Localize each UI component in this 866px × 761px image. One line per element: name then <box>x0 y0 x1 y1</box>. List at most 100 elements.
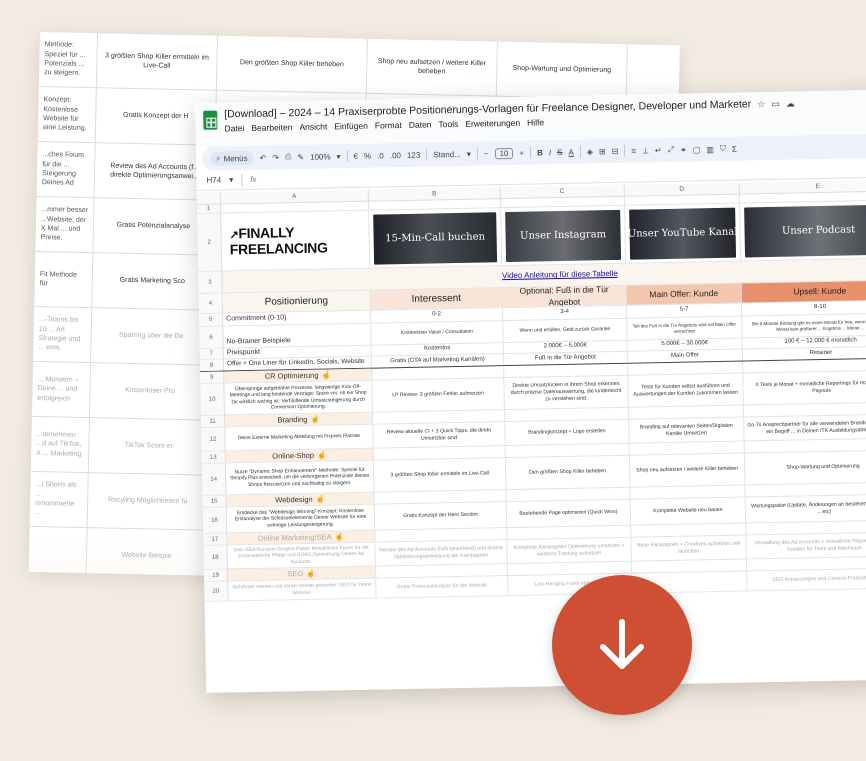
cell[interactable]: Gratis Potenzialanalyse für die Website <box>376 576 509 598</box>
cell[interactable]: Review des Ad Accounts (falls bestehend)… <box>375 540 508 566</box>
cell[interactable]: 0-2 <box>371 308 504 323</box>
cell[interactable]: Shop neu aufsetzen / weitere Killer behe… <box>629 453 746 487</box>
download-button[interactable] <box>552 575 692 715</box>
number-format-button[interactable]: 123 <box>407 150 421 159</box>
cell[interactable]: Überspringe aufgeblähte Prozesse, langwi… <box>224 380 373 415</box>
podcast-thumbnail[interactable]: Unser Podcast <box>744 204 866 257</box>
functions-icon[interactable]: Σ <box>732 144 737 153</box>
cell[interactable]: LP Review: 3 größten Fehler aufmerzen <box>372 378 505 412</box>
cell[interactable]: Shop-Wartung und Optimierung <box>744 450 866 485</box>
cell[interactable]: Nutze "Dynamic Shop Enhancement"-Methode… <box>225 460 375 495</box>
header-main-offer[interactable]: Main Offer: Kunde <box>626 283 742 305</box>
cloud-status-icon[interactable]: ☁ <box>786 98 795 109</box>
column-header-e[interactable]: E <box>739 179 866 194</box>
cell[interactable] <box>744 438 866 453</box>
cell[interactable]: Wartungspaket (Update, Änderungen an bes… <box>745 494 866 523</box>
font-size-decrease-button[interactable]: − <box>484 149 489 158</box>
align-left-icon[interactable]: ≡ <box>631 146 636 155</box>
google-sheets-logo-icon[interactable] <box>203 110 218 130</box>
cell[interactable]: Deine Externe Marketing Abteilung mit Fi… <box>225 424 374 451</box>
cell[interactable]: SEO Anpassungen und Content-Produktion .… <box>747 568 866 591</box>
cell[interactable] <box>745 482 866 497</box>
merge-cells-icon[interactable]: ⊟ <box>612 146 619 155</box>
row-number[interactable]: 15 <box>202 495 227 507</box>
font-select[interactable]: Stand... <box>433 149 461 159</box>
row-number[interactable]: 4 <box>198 293 224 313</box>
move-folder-icon[interactable]: ▭ <box>771 98 780 109</box>
header-foot-in-door[interactable]: Optional: Fuß in die Tür Angebot <box>502 285 627 308</box>
cell[interactable]: 3-4 <box>502 305 628 321</box>
row-number[interactable]: 8 <box>199 359 225 371</box>
star-icon[interactable]: ☆ <box>757 99 765 110</box>
cell[interactable]: Bei 6 Monate Bindung gibt es einen Monat… <box>742 313 866 338</box>
cell[interactable] <box>746 556 866 571</box>
menu-item-einfügen[interactable]: Einfügen <box>334 121 368 132</box>
cell[interactable]: Entdecke das "Webdesign Winning"-Konzept… <box>226 504 376 533</box>
cell[interactable]: Branding auf relevanten Seiten/Digitalen… <box>629 417 745 443</box>
youtube-thumbnail[interactable]: Unser YouTube Kanal <box>629 207 737 260</box>
cell[interactable] <box>628 361 744 375</box>
percent-format-button[interactable]: % <box>364 151 371 160</box>
row-number[interactable]: 2 <box>197 213 223 271</box>
fill-color-icon[interactable]: ◈ <box>587 147 593 156</box>
menu-search[interactable]: ⌕ Menüs <box>209 150 254 166</box>
header-positionierung[interactable]: Positionierung <box>222 290 371 313</box>
instagram-thumbnail[interactable]: Unser Instagram <box>505 209 622 262</box>
redo-icon[interactable]: ↷ <box>272 153 279 162</box>
cell[interactable] <box>743 402 866 417</box>
row-number[interactable]: 18 <box>203 545 228 569</box>
cell[interactable]: 8-10 <box>741 300 866 316</box>
cell[interactable]: Bestehende Page optimieren (Quick Wins) <box>506 499 632 528</box>
cell[interactable]: Go-To Ansprechpartner für alle verwendet… <box>744 414 866 441</box>
row-number[interactable]: 11 <box>201 415 226 427</box>
filter-icon[interactable]: ⛉ <box>720 144 726 154</box>
row-number[interactable]: 14 <box>201 463 227 495</box>
strikethrough-button[interactable]: S <box>557 147 563 156</box>
menu-item-daten[interactable]: Daten <box>409 119 432 129</box>
print-icon[interactable]: ⎙ <box>285 152 292 162</box>
cell[interactable]: Teil des Fuß in die Tür Angebots wird mi… <box>627 316 743 340</box>
row-number[interactable]: 3 <box>198 271 223 293</box>
cell[interactable] <box>631 523 747 537</box>
header-upsell[interactable]: Upsell: Kunde <box>741 280 866 303</box>
row-number[interactable]: 9 <box>200 371 225 383</box>
cell[interactable]: Neue Kampagnen + Creatives aufsetzen und… <box>631 535 747 561</box>
cell[interactable]: Den größten Shop Killer beheben <box>505 455 631 490</box>
cell[interactable]: Wenn und erfüllen, Geld zurück Garantie <box>503 318 628 343</box>
column-header-d[interactable]: D <box>624 182 740 196</box>
cell[interactable]: Komplette Kampagnen Optimierung umsetzen… <box>507 537 632 564</box>
cell[interactable]: 3 größten Shop Killer ermitteln im Live-… <box>373 458 507 492</box>
italic-button[interactable]: I <box>549 148 551 157</box>
cell[interactable]: Brandingkonzept + Logo erstellen <box>505 419 630 446</box>
row-number[interactable]: 1 <box>196 204 222 213</box>
text-rotation-icon[interactable]: ⤢ <box>668 145 675 155</box>
font-size-increase-button[interactable]: + <box>519 148 524 157</box>
row-number[interactable]: 6 <box>199 326 224 348</box>
cell[interactable]: Tests für Kunden selbst ausführen und Au… <box>628 373 744 407</box>
link-icon[interactable]: ⚭ <box>680 145 687 154</box>
row-number[interactable]: 13 <box>201 451 226 463</box>
text-color-button[interactable]: A <box>568 147 574 156</box>
cell[interactable] <box>628 405 745 419</box>
menu-item-tools[interactable]: Tools <box>438 119 458 129</box>
cell[interactable] <box>746 520 866 535</box>
row-number[interactable]: 7 <box>199 348 224 359</box>
cell[interactable]: 5-7 <box>626 303 743 318</box>
row-number[interactable]: 5 <box>199 313 224 326</box>
cell[interactable] <box>631 559 748 573</box>
borders-icon[interactable]: ⊞ <box>599 147 606 156</box>
cell[interactable]: Sichtbarer werden und immer besser gefun… <box>228 578 377 601</box>
paint-format-icon[interactable]: ✎ <box>297 152 304 161</box>
chart-icon[interactable]: ▥ <box>706 145 714 154</box>
select-all-corner[interactable] <box>196 192 221 204</box>
menu-item-format[interactable]: Format <box>375 120 402 131</box>
zoom-select[interactable]: 100% <box>310 152 331 161</box>
cell[interactable] <box>743 358 866 373</box>
comment-icon[interactable]: ▢ <box>693 145 701 154</box>
video-tutorial-link[interactable]: Video Anleitung für diese Tabelle <box>502 269 618 282</box>
row-number[interactable]: 10 <box>200 383 225 415</box>
cell[interactable]: X Tests je Monat + monatliche Reportings… <box>743 370 866 405</box>
cell[interactable]: Retainer <box>742 346 866 361</box>
currency-format-button[interactable]: € <box>353 151 358 160</box>
cell[interactable]: Kostenloser Value / Consultation <box>371 321 504 345</box>
